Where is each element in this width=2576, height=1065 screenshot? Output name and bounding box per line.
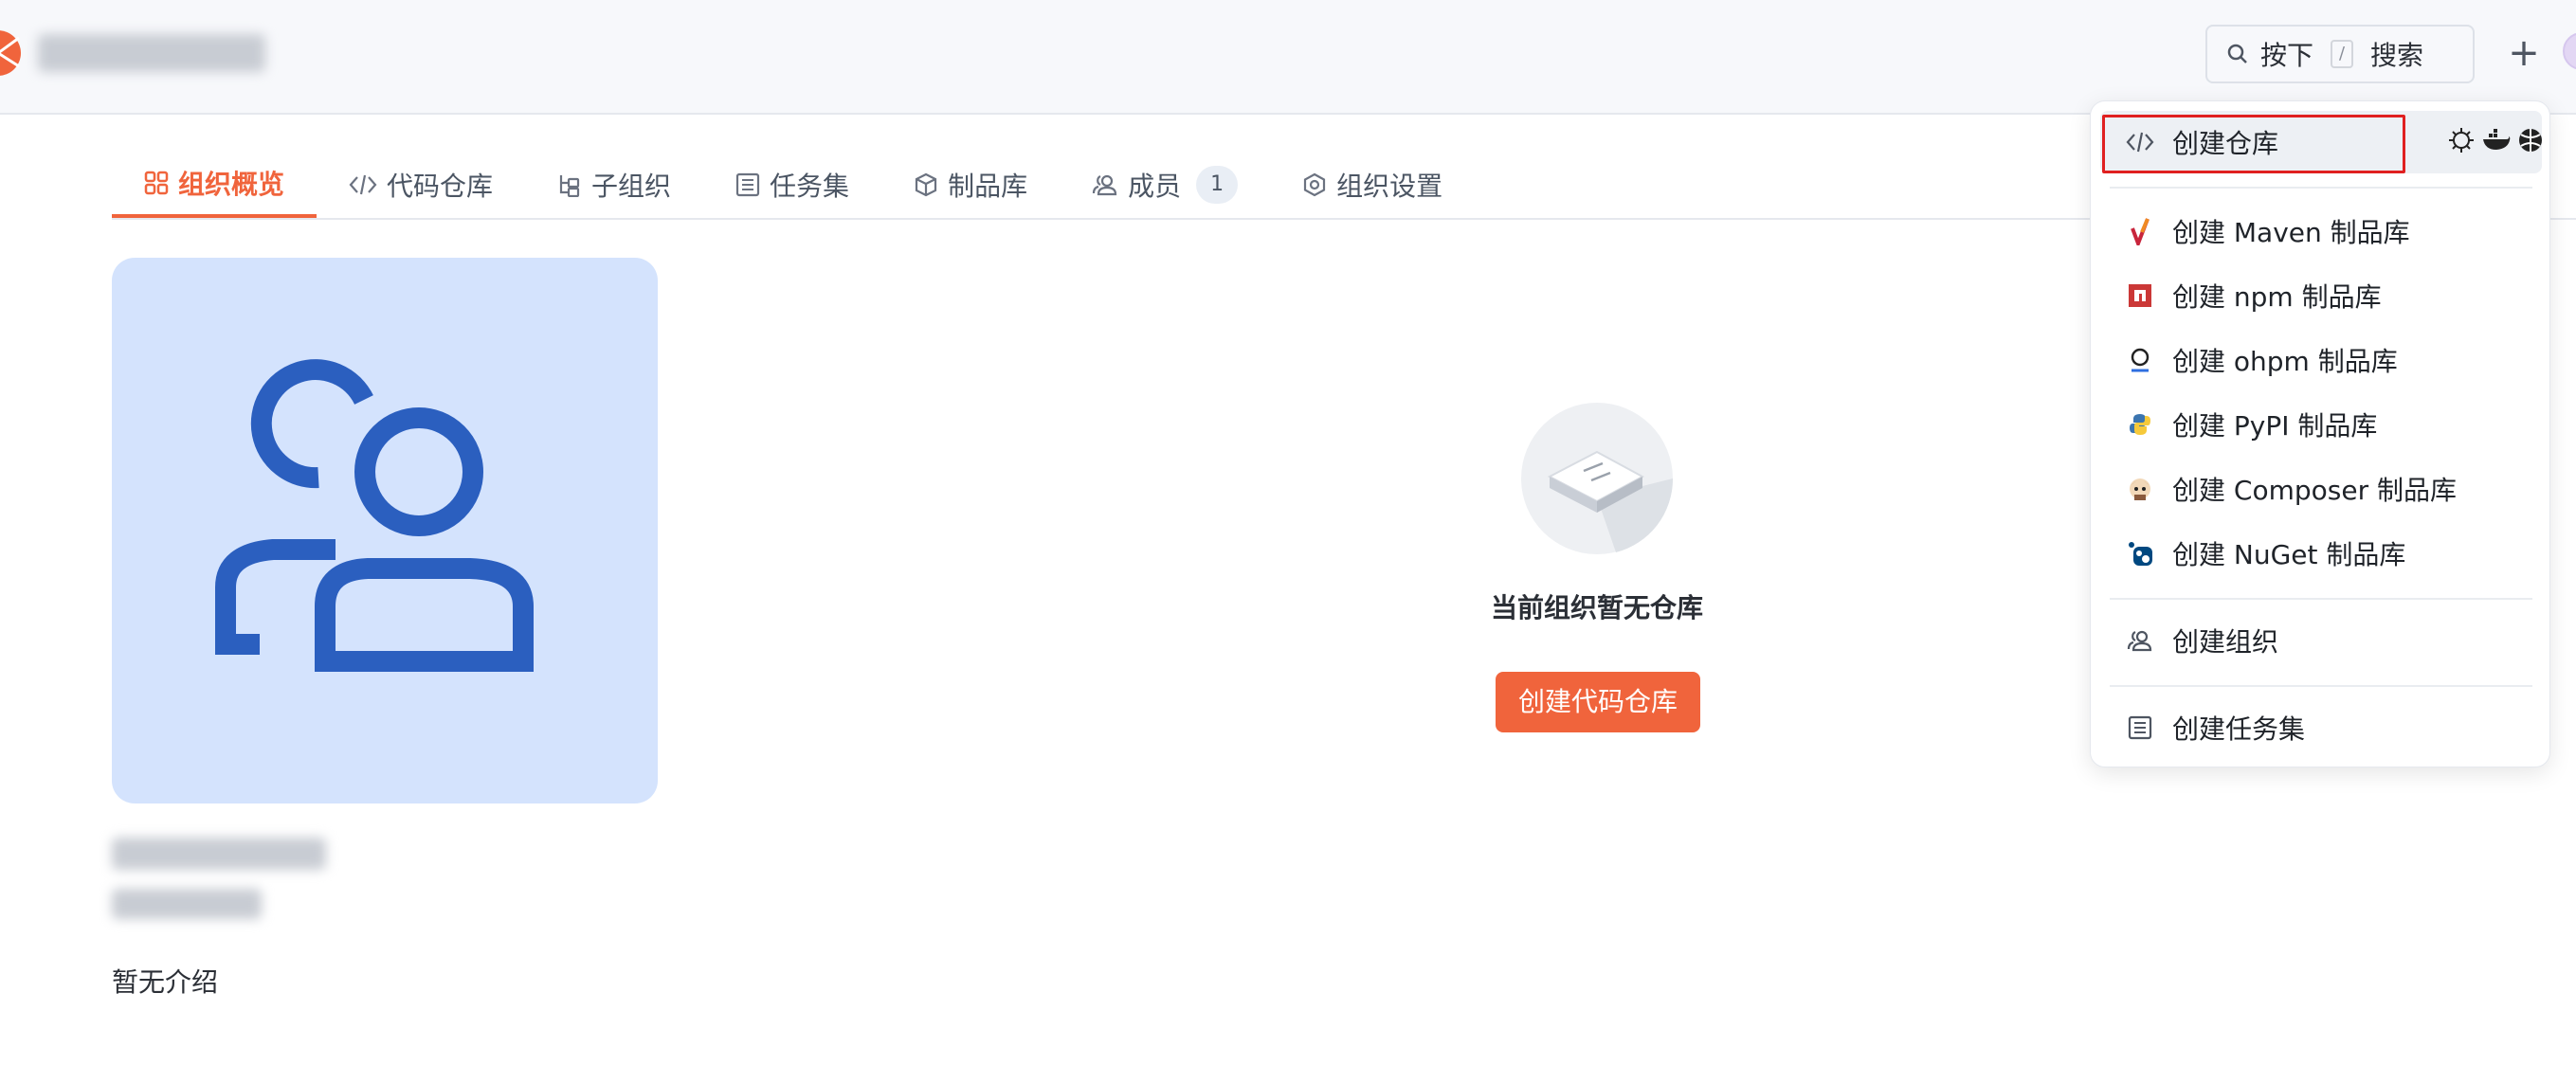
users-icon xyxy=(1092,174,1117,196)
dropdown-item-label: 创建 ohpm 制品库 xyxy=(2172,346,2398,377)
search-shortcut-key: / xyxy=(2331,40,2354,68)
npm-icon xyxy=(2125,280,2155,311)
dropdown-separator xyxy=(2110,598,2532,600)
tab-label: 任务集 xyxy=(770,171,850,202)
dropdown-item-label: 创建 Maven 制品库 xyxy=(2172,217,2410,248)
create-dropdown-menu: 创建仓库 创建 Maven 制品库 创建 npm 制品库 创建 ohpm 制品库… xyxy=(2090,100,2550,767)
dropdown-item-label: 创建任务集 xyxy=(2172,713,2306,745)
ball-icon xyxy=(2519,129,2542,152)
package-icon xyxy=(915,172,937,197)
tab-overview[interactable]: 组织概览 xyxy=(112,152,317,218)
org-tabs: 组织概览 代码仓库 子组织 任务集 制品库 成员 1 组织设置 xyxy=(112,152,1475,218)
user-avatar[interactable] xyxy=(2563,32,2576,70)
nuget-icon xyxy=(2125,538,2155,569)
dropdown-item-label: 创建 NuGet 制品库 xyxy=(2172,539,2406,570)
tab-sub-orgs[interactable]: 子组织 xyxy=(525,152,703,218)
create-plus-button[interactable]: + xyxy=(2502,28,2546,78)
repo-type-icons xyxy=(2447,126,2544,154)
org-id-blurred xyxy=(112,889,262,919)
dropdown-item-label: 创建 npm 制品库 xyxy=(2172,281,2382,313)
create-code-repo-button[interactable]: 创建代码仓库 xyxy=(1496,672,1700,732)
dropdown-item-label: 创建组织 xyxy=(2172,626,2279,658)
dropdown-item-create-ohpm[interactable]: 创建 ohpm 制品库 xyxy=(2110,329,2531,391)
search-box[interactable]: 按下 / 搜索 xyxy=(2205,25,2475,83)
empty-state-text: 当前组织暂无仓库 xyxy=(1490,592,1703,623)
tab-members[interactable]: 成员 1 xyxy=(1060,152,1270,218)
helm-icon xyxy=(2449,128,2474,153)
dropdown-separator xyxy=(2110,187,2532,189)
docker-icon xyxy=(2483,129,2511,150)
tab-label: 代码仓库 xyxy=(387,171,494,202)
tab-task-sets[interactable]: 任务集 xyxy=(703,152,881,218)
dropdown-item-create-task-set[interactable]: 创建任务集 xyxy=(2110,696,2531,759)
composer-icon xyxy=(2125,474,2155,504)
tab-label: 组织设置 xyxy=(1336,171,1443,202)
tab-label: 组织概览 xyxy=(178,169,285,200)
list-icon xyxy=(735,172,760,197)
dropdown-item-label: 创建 PyPI 制品库 xyxy=(2172,410,2378,442)
logo-icon[interactable] xyxy=(0,28,23,78)
users-icon xyxy=(2125,625,2155,656)
ohpm-icon xyxy=(2125,345,2155,375)
search-prefix: 按下 xyxy=(2260,40,2314,71)
tree-icon xyxy=(559,175,580,197)
org-avatar-card xyxy=(112,258,658,803)
search-icon xyxy=(2227,44,2247,63)
dropdown-separator xyxy=(2110,685,2532,687)
tab-code-repos[interactable]: 代码仓库 xyxy=(317,152,525,218)
dropdown-item-create-nuget[interactable]: 创建 NuGet 制品库 xyxy=(2110,522,2531,585)
pypi-icon xyxy=(2125,409,2155,440)
settings-icon xyxy=(1303,172,1326,197)
dropdown-item-create-pypi[interactable]: 创建 PyPI 制品库 xyxy=(2110,393,2531,456)
tab-label: 成员 xyxy=(1128,171,1182,202)
top-bar: 按下 / 搜索 + xyxy=(0,0,2576,115)
highlight-box xyxy=(2102,115,2405,173)
grid-icon xyxy=(144,171,169,195)
org-description: 暂无介绍 xyxy=(112,966,219,998)
code-icon xyxy=(349,174,377,195)
dropdown-item-label: 创建 Composer 制品库 xyxy=(2172,475,2457,506)
org-name-blurred xyxy=(112,838,326,870)
dropdown-item-create-org[interactable]: 创建组织 xyxy=(2110,609,2531,672)
search-suffix: 搜索 xyxy=(2370,40,2424,71)
maven-icon xyxy=(2125,216,2155,246)
org-users-icon xyxy=(215,359,534,672)
dropdown-item-create-composer[interactable]: 创建 Composer 制品库 xyxy=(2110,458,2531,520)
dropdown-item-create-npm[interactable]: 创建 npm 制品库 xyxy=(2110,264,2531,327)
tab-label: 制品库 xyxy=(948,171,1028,202)
members-count-badge: 1 xyxy=(1196,166,1239,204)
dropdown-item-create-maven[interactable]: 创建 Maven 制品库 xyxy=(2110,200,2531,262)
tab-artifacts[interactable]: 制品库 xyxy=(881,152,1060,218)
list-icon xyxy=(2125,713,2155,743)
tab-label: 子组织 xyxy=(591,171,672,202)
empty-repo-icon xyxy=(1521,403,1673,554)
tab-org-settings[interactable]: 组织设置 xyxy=(1270,152,1475,218)
